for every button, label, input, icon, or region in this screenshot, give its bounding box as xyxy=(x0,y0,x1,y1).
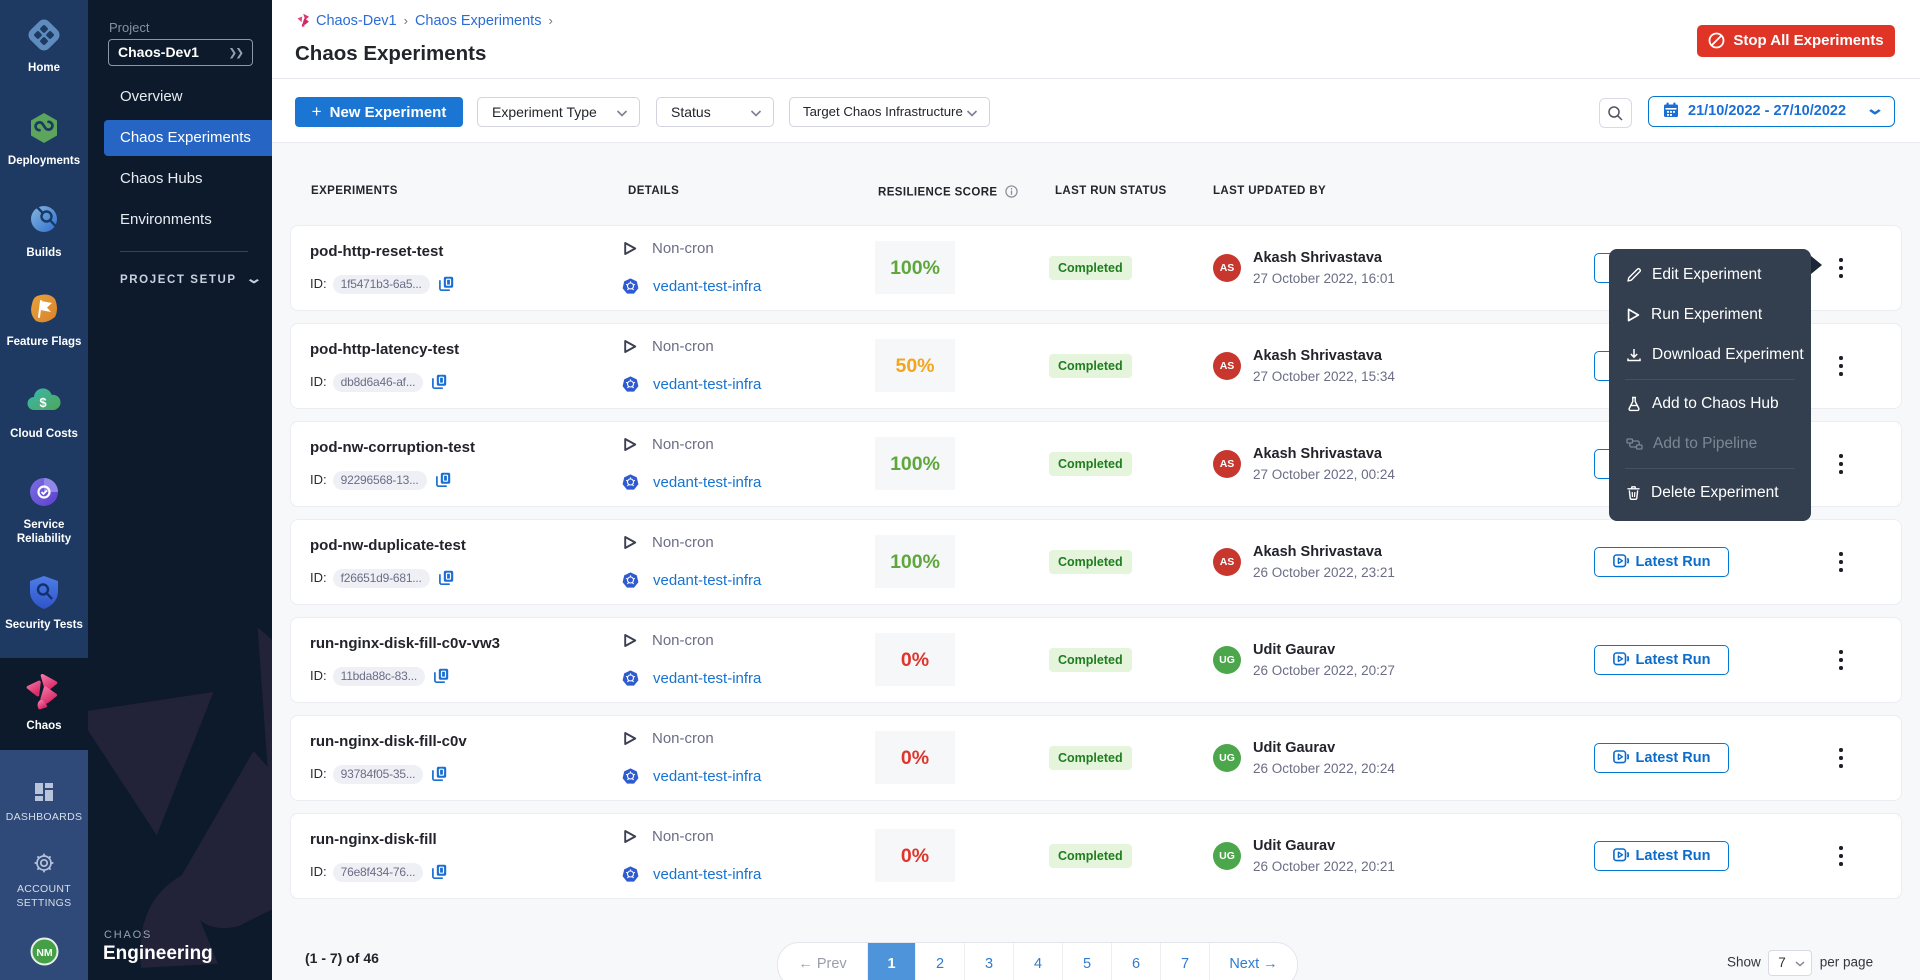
svg-text:NM: NM xyxy=(36,947,53,959)
svg-text:$: $ xyxy=(39,395,47,410)
